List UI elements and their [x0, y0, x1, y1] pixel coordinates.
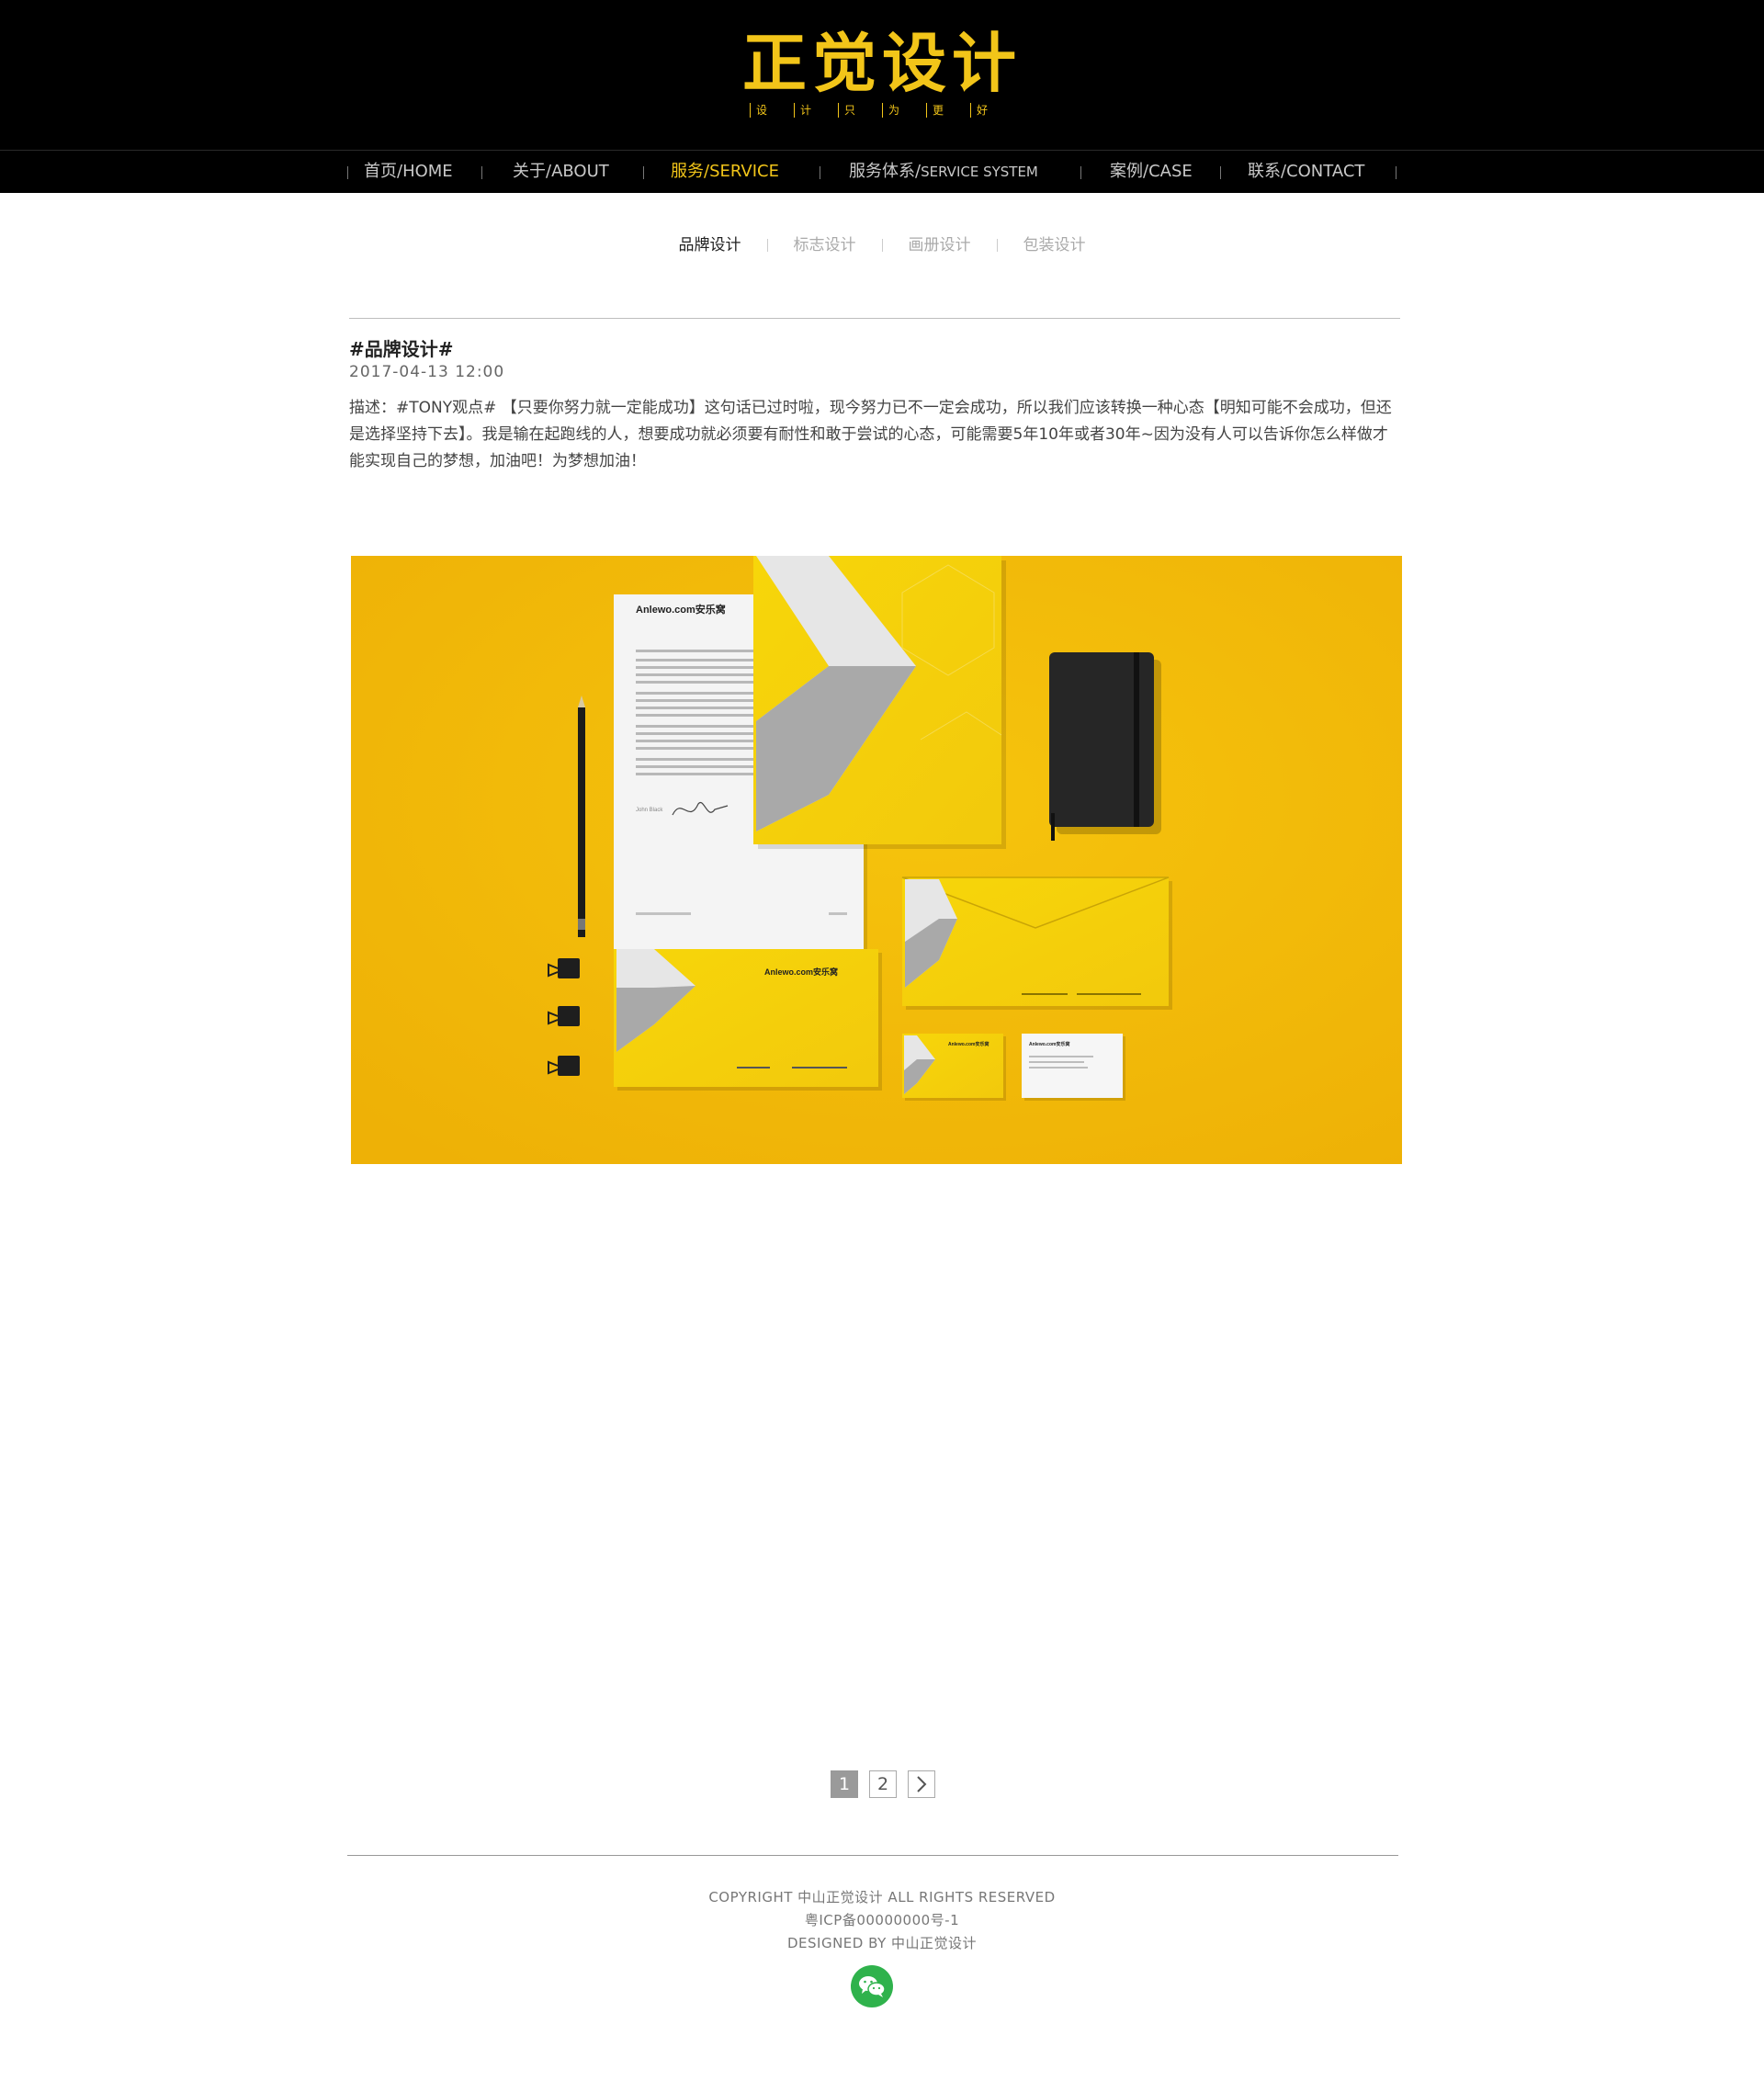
nav-item-about[interactable]: 关于/ABOUT: [513, 151, 609, 193]
footer: COPYRIGHT 中山正觉设计 ALL RIGHTS RESERVED 粤IC…: [0, 1886, 1764, 1955]
nav-divider: [481, 166, 482, 179]
site-header: 正觉设计 设 计 只 为 更 好: [0, 0, 1764, 150]
nav-item-service-system[interactable]: 服务体系/SERVICE SYSTEM: [849, 151, 1038, 193]
subnav-divider: [881, 239, 883, 252]
card-brand: Anlewo.com安乐窝: [948, 1041, 989, 1047]
logo[interactable]: 正觉设计 设 计 只 为 更 好: [0, 26, 1764, 121]
envelope-brand: Anlewo.com安乐窝: [764, 967, 838, 977]
logo-title: 正觉设计: [742, 26, 1022, 101]
page-button-2[interactable]: 2: [869, 1770, 897, 1798]
logo-tagline: 设 计 只 为 更 好: [0, 103, 1764, 121]
chevron-right-icon: [917, 1776, 927, 1792]
card-back-brand: Anlewo.com安乐窝: [1029, 1041, 1069, 1047]
article-top-divider: [349, 318, 1400, 319]
subnav-item-logo[interactable]: 标志设计: [794, 232, 856, 259]
tagline-char: 好: [970, 103, 1014, 118]
tagline-char: 只: [838, 103, 882, 118]
nav-item-home[interactable]: 首页/HOME: [364, 151, 453, 193]
nav-item-service-system-en: SERVICE SYSTEM: [921, 164, 1038, 180]
footer-divider: [347, 1855, 1398, 1856]
nav-item-service[interactable]: 服务/SERVICE: [671, 151, 779, 193]
nav-item-service-system-cn: 服务体系/: [849, 162, 922, 181]
pencil: [578, 695, 585, 937]
nav-divider: [347, 166, 348, 179]
footer-icp[interactable]: 粤ICP备00000000号-1: [0, 1909, 1764, 1932]
subnav-divider: [996, 239, 998, 252]
subnav-item-brand[interactable]: 品牌设计: [679, 232, 741, 259]
business-card-back: Anlewo.com安乐窝: [1022, 1034, 1125, 1101]
article-date: 2017-04-13 12:00: [349, 363, 505, 381]
subnav-item-brochure[interactable]: 画册设计: [909, 232, 971, 259]
footer-designed-by: DESIGNED BY 中山正觉设计: [786, 1935, 977, 1951]
subnav-item-packaging[interactable]: 包装设计: [1023, 232, 1086, 259]
nav-divider: [1080, 166, 1081, 179]
letterhead-brand: Anlewo.com安乐窝: [636, 603, 726, 616]
envelope: [901, 876, 1172, 1010]
nav-divider: [1220, 166, 1221, 179]
main-nav-bar: 首页/HOME 关于/ABOUT 服务/SERVICE 服务体系/SERVICE…: [0, 150, 1764, 193]
page-button-1[interactable]: 1: [831, 1770, 858, 1798]
main-nav: 首页/HOME 关于/ABOUT 服务/SERVICE 服务体系/SERVICE…: [345, 151, 1398, 193]
tagline-char: 更: [926, 103, 970, 118]
tagline-char: 计: [794, 103, 838, 118]
tagline-char: 设: [750, 103, 794, 118]
article-title: #品牌设计#: [349, 338, 454, 360]
pagination: 1 2: [831, 1770, 935, 1798]
footer-copyright: COPYRIGHT 中山正觉设计 ALL RIGHTS RESERVED: [708, 1889, 1056, 1905]
business-card-front: Anlewo.com安乐窝: [902, 1034, 1006, 1101]
signature-name: John Black: [636, 808, 663, 813]
black-notebook: [1049, 652, 1161, 841]
nav-item-contact[interactable]: 联系/CONTACT: [1248, 151, 1364, 193]
article-description: 描述：#TONY观点# 【只要你努力就一定能成功】这句话已过时啦，现今努力已不一…: [349, 399, 1392, 470]
nav-divider: [643, 166, 644, 179]
tagline-char: 为: [882, 103, 926, 118]
nav-item-case[interactable]: 案例/CASE: [1110, 151, 1193, 193]
dl-envelope: Anlewo.com安乐窝: [614, 949, 882, 1091]
service-subnav: 品牌设计 标志设计 画册设计 包装设计: [0, 232, 1764, 259]
presentation-folder: [753, 556, 1006, 849]
wechat-icon[interactable]: [851, 1965, 893, 2007]
next-page-button[interactable]: [908, 1770, 935, 1798]
subnav-divider: [766, 239, 768, 252]
article-image: Anlewo.com安乐窝 John Black Anlewo.com安乐窝 A…: [351, 556, 1402, 1164]
